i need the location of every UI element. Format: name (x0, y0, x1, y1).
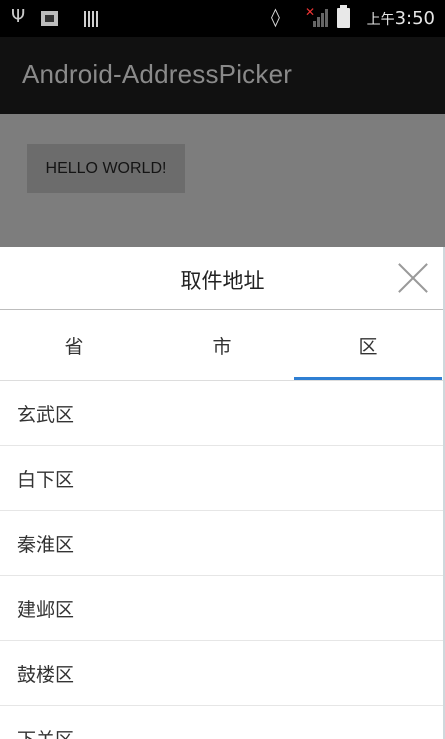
picker-tabs: 省 市 区 (0, 310, 445, 381)
status-bar: Ψ ◊ ✕ 上午3:50 (0, 0, 445, 37)
tab-city[interactable]: 市 (148, 310, 296, 380)
main-content-dimmed[interactable]: HELLO WORLD! (0, 114, 445, 247)
barcode-icon (84, 11, 99, 27)
tab-selected-indicator (294, 377, 442, 380)
district-list[interactable]: 玄武区 白下区 秦淮区 建邺区 鼓楼区 下关区 (0, 381, 445, 739)
usb-icon: Ψ (11, 6, 26, 27)
tab-district[interactable]: 区 (294, 310, 442, 380)
no-signal-icon: ✕ (305, 5, 329, 27)
picker-header: 取件地址 (0, 247, 445, 310)
picker-title: 取件地址 (180, 269, 265, 293)
clock-ampm: 上午 (366, 12, 395, 28)
vibrate-icon: ◊ (271, 7, 280, 28)
close-icon[interactable] (396, 261, 430, 295)
clock-time: 3:50 (394, 8, 435, 29)
list-item[interactable]: 鼓楼区 (0, 641, 445, 706)
hello-world-button[interactable]: HELLO WORLD! (27, 144, 185, 193)
app-bar: Android-AddressPicker (0, 37, 445, 114)
image-icon (41, 11, 58, 26)
list-item[interactable]: 白下区 (0, 446, 445, 511)
list-item[interactable]: 下关区 (0, 706, 445, 739)
app-title: Android-AddressPicker (22, 59, 293, 89)
clock: 上午3:50 (367, 8, 435, 29)
list-item[interactable]: 秦淮区 (0, 511, 445, 576)
list-item[interactable]: 玄武区 (0, 381, 445, 446)
list-item[interactable]: 建邺区 (0, 576, 445, 641)
tab-province[interactable]: 省 (0, 310, 148, 380)
address-picker-sheet: 取件地址 省 市 区 玄武区 白下区 秦淮区 建邺区 鼓楼区 下关区 (0, 247, 445, 739)
battery-icon (337, 5, 350, 28)
